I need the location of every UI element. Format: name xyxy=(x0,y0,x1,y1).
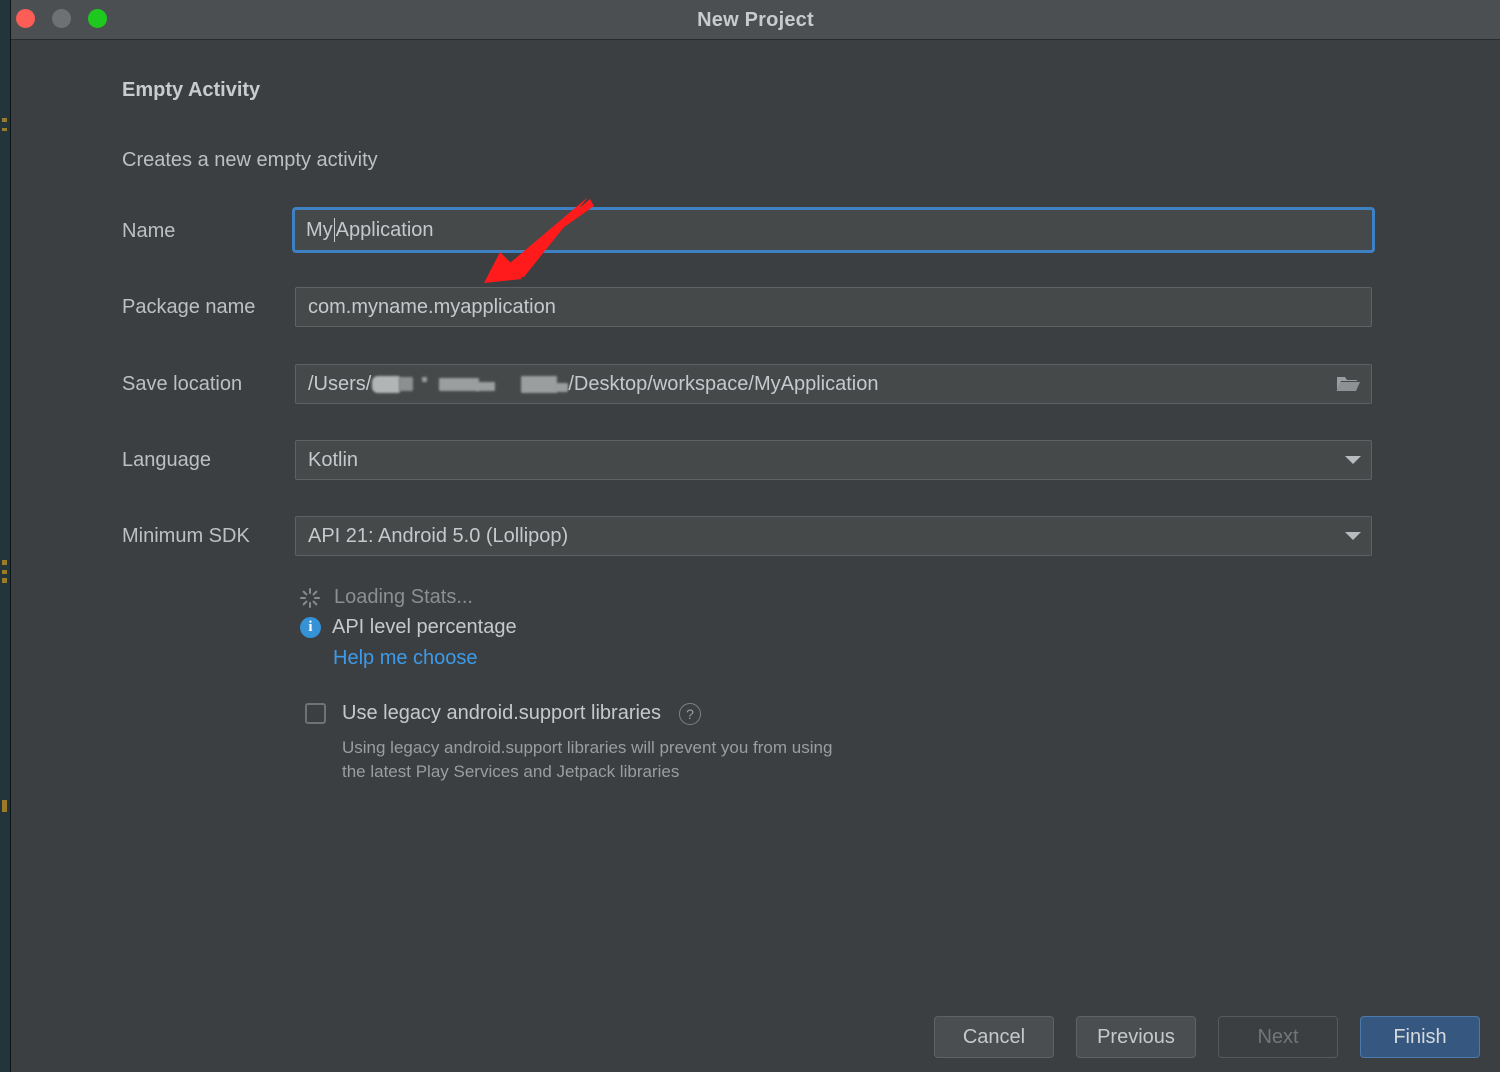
api-level-percentage-text: API level percentage xyxy=(332,616,517,638)
package-name-input[interactable]: com.myname.myapplication xyxy=(295,287,1372,327)
folder-icon[interactable] xyxy=(1335,374,1361,394)
template-heading: Empty Activity xyxy=(122,79,261,101)
title-bar: New Project xyxy=(11,0,1500,40)
save-location-input[interactable]: /Users/ /Desktop/workspace/MyApplication xyxy=(295,364,1372,404)
previous-button[interactable]: Previous xyxy=(1076,1016,1196,1058)
redaction-block xyxy=(555,382,569,392)
package-name-value: com.myname.myapplication xyxy=(308,295,556,318)
loading-spinner-icon xyxy=(300,587,320,608)
loading-stats-text: Loading Stats... xyxy=(334,586,473,608)
loading-stats-row: Loading Stats... xyxy=(300,586,473,609)
package-name-label: Package name xyxy=(122,296,256,318)
legacy-libraries-hint: Using legacy android.support libraries w… xyxy=(342,736,832,784)
next-button: Next xyxy=(1218,1016,1338,1058)
question-mark-icon[interactable]: ? xyxy=(679,702,702,725)
minimum-sdk-label: Minimum SDK xyxy=(122,525,250,547)
name-value-after-caret: Application xyxy=(335,218,434,241)
help-me-choose-link-wrap: Help me choose xyxy=(333,647,478,670)
chevron-down-icon[interactable] xyxy=(1345,456,1361,464)
language-select[interactable]: Kotlin xyxy=(295,440,1372,480)
minimum-sdk-select[interactable]: API 21: Android 5.0 (Lollipop) xyxy=(295,516,1372,556)
window-title: New Project xyxy=(697,9,814,31)
legacy-libraries-label: Use legacy android.support libraries xyxy=(342,702,662,724)
finish-button[interactable]: Finish xyxy=(1360,1016,1480,1058)
redaction-block xyxy=(439,377,480,391)
legacy-hint-line-1: Using legacy android.support libraries w… xyxy=(342,738,833,757)
language-label: Language xyxy=(122,449,211,471)
chevron-down-icon[interactable] xyxy=(1345,532,1361,540)
save-location-prefix: /Users/ xyxy=(308,372,372,395)
redaction-block xyxy=(521,375,558,393)
redaction-block xyxy=(399,377,414,391)
name-label: Name xyxy=(122,220,176,242)
dialog-body: Empty Activity Creates a new empty activ… xyxy=(11,40,1500,1002)
template-description: Creates a new empty activity xyxy=(122,149,378,171)
legacy-libraries-checkbox-row[interactable]: Use legacy android.support libraries ? xyxy=(305,702,702,725)
redaction-block xyxy=(422,377,428,382)
api-level-percentage-row: i API level percentage xyxy=(300,616,517,639)
help-me-choose-link[interactable]: Help me choose xyxy=(333,647,478,669)
redaction-block xyxy=(372,375,401,393)
legacy-hint-line-2: the latest Play Services and Jetpack lib… xyxy=(342,762,680,781)
cancel-button[interactable]: Cancel xyxy=(934,1016,1054,1058)
dialog-footer: Cancel Previous Next Finish xyxy=(11,1002,1500,1072)
save-location-label: Save location xyxy=(122,373,243,395)
legacy-libraries-checkbox[interactable] xyxy=(305,703,326,724)
background-window-edge xyxy=(0,0,11,1072)
redaction-block xyxy=(476,382,496,391)
info-icon: i xyxy=(300,617,321,638)
language-value: Kotlin xyxy=(308,448,359,471)
name-value-before-caret: My xyxy=(306,218,333,241)
new-project-dialog: New Project Empty Activity Creates a new… xyxy=(11,0,1500,1072)
minimum-sdk-value: API 21: Android 5.0 (Lollipop) xyxy=(308,524,569,547)
save-location-suffix: /Desktop/workspace/MyApplication xyxy=(568,372,879,395)
text-caret xyxy=(333,218,335,242)
name-input[interactable]: My Application xyxy=(292,207,1375,253)
